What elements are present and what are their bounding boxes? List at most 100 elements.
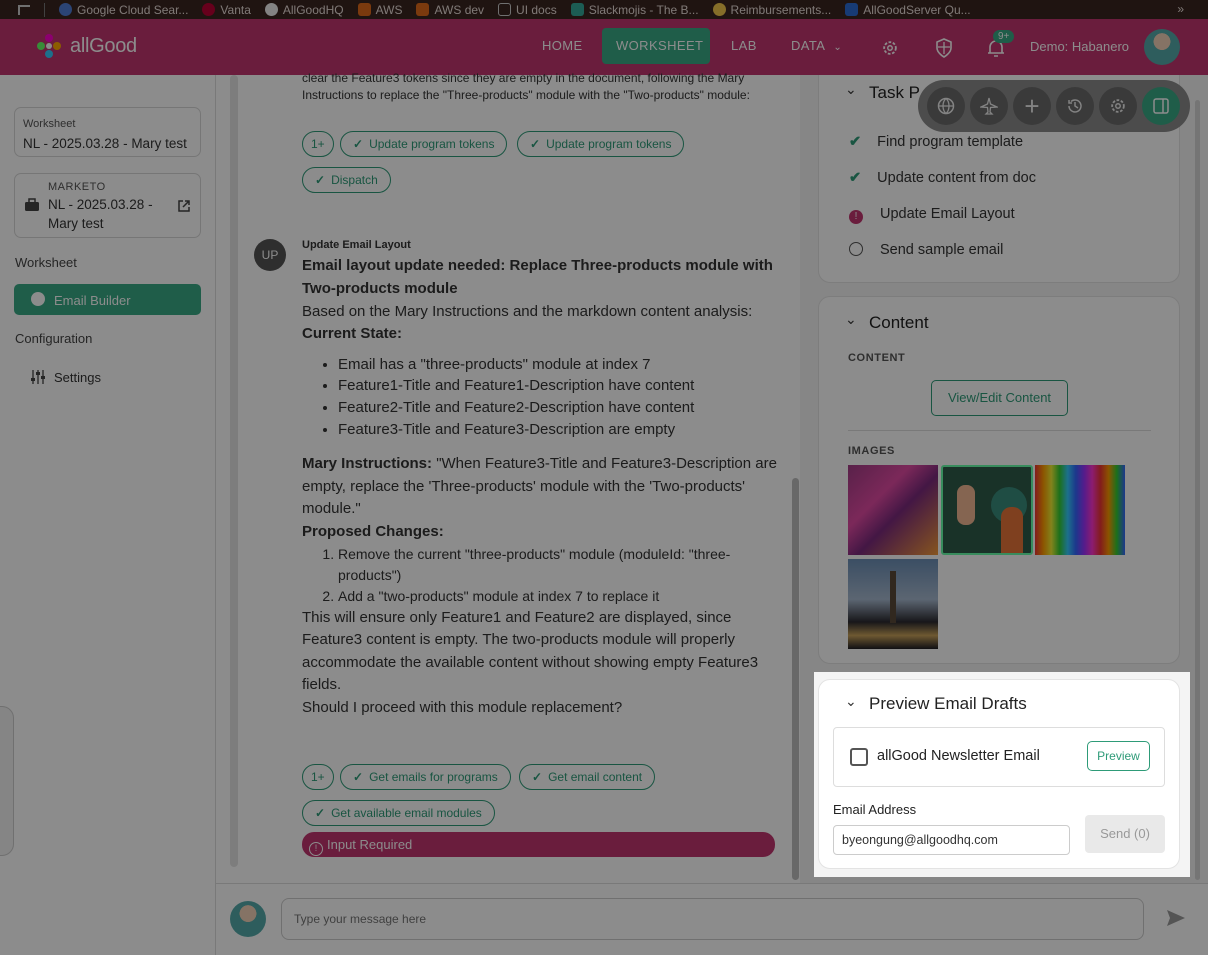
chat-scrollbar[interactable]	[792, 478, 799, 880]
task-item: ✔ Update content from doc	[849, 170, 1036, 186]
brand-logo[interactable]: allGood	[34, 31, 137, 61]
task-plan-title: Task P	[869, 83, 921, 102]
user-name[interactable]: Demo: Habanero	[1030, 39, 1129, 54]
plus-icon: +	[1024, 91, 1040, 121]
gear-icon	[1111, 99, 1125, 113]
plane-button[interactable]	[970, 87, 1008, 125]
mary-instructions: Mary Instructions: "When Feature3-Title …	[302, 453, 780, 521]
images-section-label: IMAGES	[848, 445, 895, 457]
tool-call-more-chip[interactable]: 1+	[302, 131, 334, 157]
sidebar-item-email-builder[interactable]: Email Builder	[14, 284, 201, 315]
mary-instructions-label: Mary Instructions:	[302, 455, 433, 473]
bookmark-item[interactable]: AWS dev	[416, 3, 484, 17]
right-panel-scrollbar[interactable]	[1195, 100, 1200, 880]
shield-icon[interactable]	[935, 38, 953, 58]
user-avatar	[230, 901, 266, 937]
settings-button[interactable]	[1099, 87, 1137, 125]
tool-call-chip-label: Update program tokens	[369, 137, 495, 151]
task-item-label: Send sample email	[880, 242, 1004, 258]
previous-message-text: clear the Feature3 tokens since they are…	[302, 71, 750, 102]
tool-call-chip[interactable]: ✓ Update program tokens	[517, 131, 685, 157]
chevron-down-icon[interactable]: ⌄	[845, 693, 857, 710]
task-item-label: Find program template	[877, 134, 1024, 150]
tool-call-chip[interactable]: ✓ Update program tokens	[340, 131, 508, 157]
sidebar-section-worksheet: Worksheet	[15, 255, 77, 270]
draft-name: allGood Newsletter Email	[877, 748, 1040, 764]
message-step-title: Update Email Layout	[302, 239, 411, 251]
marketo-program-name: NL - 2025.03.28 - Mary test	[48, 197, 153, 231]
check-icon: ✔	[849, 134, 862, 150]
preview-button[interactable]: Preview	[1087, 741, 1150, 771]
side-drawer-handle[interactable]	[0, 706, 14, 856]
tool-call-chip[interactable]: ✓ Get available email modules	[302, 800, 495, 826]
chat-left-rail	[230, 75, 238, 867]
send-icon[interactable]	[1165, 907, 1187, 929]
task-item: ✔ Find program template	[849, 134, 1023, 150]
list-item: Email has a "three-products" module at i…	[338, 354, 780, 376]
check-icon: ✓	[315, 806, 326, 820]
message-conclusion: This will ensure only Feature1 and Featu…	[302, 608, 759, 694]
logo-text: allGood	[70, 34, 137, 57]
chevron-down-icon[interactable]: ⌄	[845, 311, 857, 328]
bookmark-item[interactable]: Reimbursements...	[712, 3, 831, 17]
tool-call-chip[interactable]: ✓ Get email content	[519, 764, 656, 790]
history-button[interactable]	[1056, 87, 1094, 125]
message-heading: Email layout update needed: Replace Thre…	[302, 257, 773, 297]
image-thumbnail[interactable]	[1035, 465, 1125, 555]
more-bookmarks-icon[interactable]: »	[1177, 2, 1184, 16]
apps-grid-icon[interactable]	[18, 4, 30, 15]
plane-icon	[980, 97, 998, 115]
view-edit-content-button[interactable]: View/Edit Content	[931, 380, 1068, 416]
sliders-icon	[31, 370, 45, 384]
worksheet-selector[interactable]: Worksheet NL - 2025.03.28 - Mary test	[14, 107, 201, 157]
add-button[interactable]: +	[1013, 87, 1051, 125]
preview-card-title: Preview Email Drafts	[869, 694, 1027, 713]
email-address-input[interactable]	[833, 825, 1070, 855]
nav-lab[interactable]: LAB	[731, 28, 757, 64]
message-input[interactable]	[281, 898, 1144, 940]
content-card-title: Content	[869, 313, 929, 332]
gear-icon[interactable]	[881, 39, 899, 57]
bookmark-item[interactable]: AWS	[357, 3, 402, 17]
bookmark-item[interactable]: AllGoodHQ	[264, 3, 344, 17]
check-icon: ✓	[530, 137, 541, 151]
sidebar-section-configuration: Configuration	[15, 331, 93, 346]
content-section-label: CONTENT	[848, 352, 906, 364]
bookmark-item[interactable]: AllGoodServer Qu...	[845, 3, 971, 17]
nav-worksheet[interactable]: WORKSHEET	[602, 28, 710, 64]
check-icon: ✓	[532, 770, 543, 784]
tool-call-more-chip[interactable]: 1+	[302, 764, 334, 790]
toggle-panel-button[interactable]	[1142, 87, 1180, 125]
chevron-down-icon[interactable]: ⌄	[845, 81, 857, 98]
bookmark-item[interactable]: UI docs	[498, 3, 557, 17]
divider	[848, 430, 1151, 431]
image-thumbnail[interactable]	[848, 465, 938, 555]
tool-call-chip[interactable]: ✓ Dispatch	[302, 167, 391, 193]
draft-checkbox[interactable]	[850, 748, 868, 766]
sidebar-item-settings[interactable]: Settings	[30, 369, 190, 387]
worksheet-selector-value: NL - 2025.03.28 - Mary test	[23, 136, 187, 151]
globe-icon	[937, 97, 955, 115]
tool-call-chip[interactable]: ✓ Get emails for programs	[340, 764, 511, 790]
task-item-label: Update content from doc	[877, 170, 1036, 186]
nav-data[interactable]: DATA ⌄	[791, 28, 842, 64]
bookmark-item[interactable]: Slackmojis - The B...	[570, 3, 699, 17]
nav-home[interactable]: HOME	[542, 28, 583, 64]
history-icon	[1068, 99, 1082, 113]
bookmark-item[interactable]: Vanta	[202, 3, 251, 17]
image-thumbnail[interactable]	[941, 465, 1033, 555]
sidebar-item-label: Settings	[54, 370, 101, 385]
globe-button[interactable]	[927, 87, 965, 125]
alert-circle-icon: !	[849, 210, 863, 224]
image-thumbnail[interactable]	[848, 559, 938, 649]
tool-call-chip-label: Update program tokens	[546, 137, 672, 151]
top-navigation-bar: allGood HOME WORKSHEET LAB DATA ⌄ 9+ Demo…	[0, 19, 1208, 75]
user-avatar[interactable]	[1144, 29, 1180, 65]
external-link-icon[interactable]	[177, 199, 191, 213]
marketo-program-card[interactable]: MARKETO NL - 2025.03.28 - Mary test	[14, 173, 201, 238]
worksheet-selector-label: Worksheet	[23, 118, 76, 130]
task-item: ! Update Email Layout	[849, 206, 1015, 224]
bookmark-item[interactable]: Google Cloud Sear...	[59, 3, 188, 17]
send-email-button[interactable]: Send (0)	[1085, 815, 1165, 853]
input-required-label: Input Required	[327, 837, 413, 852]
